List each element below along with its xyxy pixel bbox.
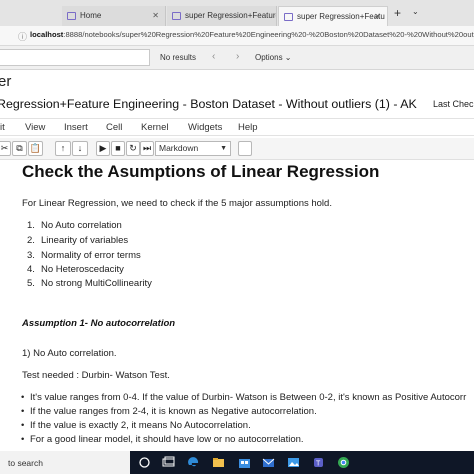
close-icon[interactable]: ✕ <box>152 6 159 26</box>
markdown-cell[interactable]: Check the Asumptions of Linear Regressio… <box>0 160 474 451</box>
edge-icon[interactable] <box>162 456 175 469</box>
find-previous-icon[interactable]: ‹ <box>212 51 215 62</box>
paste-icon[interactable]: 📋 <box>28 141 43 156</box>
cell-heading: Check the Asumptions of Linear Regressio… <box>22 162 380 181</box>
list-item: 1. No Auto correlation <box>27 220 122 231</box>
tab-regression-active[interactable]: super Regression+Featu ✕ <box>278 6 388 26</box>
teams-icon[interactable]: T <box>312 456 325 469</box>
list-item: 2. Linearity of variables <box>27 235 129 246</box>
move-up-icon[interactable]: ↑ <box>55 141 71 156</box>
browser-tab-strip: Home ✕ super Regression+Feature E super … <box>0 0 474 26</box>
photos-icon[interactable] <box>287 456 300 469</box>
notebook-title[interactable]: Regression+Feature Engineering - Boston … <box>0 97 417 111</box>
test-needed-line: Test needed : Durbin- Watson Test. <box>22 370 170 381</box>
cell-type-value: Markdown <box>159 143 199 153</box>
tab-title: Home <box>80 11 102 20</box>
taskbar-search-text: to search <box>8 458 43 468</box>
tab-title: super Regression+Featu <box>297 12 385 21</box>
auto-correlation-line: 1) No Auto correlation. <box>22 348 117 359</box>
svg-text:T: T <box>316 461 321 468</box>
checkpoint-status: Last Chec <box>433 99 474 109</box>
windows-taskbar: to search T <box>0 451 474 474</box>
list-item: 4. No Heteroscedacity <box>27 264 124 275</box>
run-icon[interactable]: ▶ <box>96 141 110 156</box>
folder-icon[interactable] <box>212 456 225 469</box>
notebook-toolbar: ✂ ⧉ 📋 ↑ ↓ ▶ ■ ↻ ⏭ Markdown ▼ <box>0 138 474 160</box>
tab-regression-1[interactable]: super Regression+Feature E <box>167 6 277 26</box>
move-down-icon[interactable]: ↓ <box>72 141 88 156</box>
menu-insert[interactable]: Insert <box>64 122 88 133</box>
jupyter-favicon-icon <box>284 13 293 21</box>
menu-widgets[interactable]: Widgets <box>188 122 222 133</box>
tab-list-chevron-icon[interactable]: ⌄ <box>412 7 419 16</box>
menu-view[interactable]: View <box>25 122 45 133</box>
explorer-icon[interactable] <box>187 456 200 469</box>
menu-help[interactable]: Help <box>238 122 258 133</box>
copy-icon[interactable]: ⧉ <box>12 141 27 156</box>
menu-edit[interactable]: it <box>0 122 5 133</box>
find-next-icon[interactable]: › <box>236 51 239 62</box>
store-icon[interactable] <box>238 456 251 469</box>
list-item: 5. No strong MultiCollinearity <box>27 278 152 289</box>
address-url[interactable]: localhost:8888/notebooks/super%20Regress… <box>30 30 474 39</box>
info-icon[interactable]: ⓘ <box>18 30 27 43</box>
cut-icon[interactable]: ✂ <box>0 141 11 156</box>
restart-run-all-icon[interactable]: ⏭ <box>140 141 154 156</box>
address-host: localhost <box>30 30 64 39</box>
list-item: 3. Normality of error terms <box>27 250 141 261</box>
intro-text: For Linear Regression, we need to check … <box>22 198 332 209</box>
tab-title: super Regression+Feature E <box>185 11 277 20</box>
bullet-item: It's value ranges from 0-4. If the value… <box>21 392 466 403</box>
interrupt-icon[interactable]: ■ <box>111 141 125 156</box>
new-tab-icon[interactable]: + <box>394 6 401 20</box>
chevron-down-icon: ▼ <box>220 145 227 152</box>
task-view-icon[interactable] <box>138 456 151 469</box>
find-status: No results <box>160 53 197 62</box>
menu-kernel[interactable]: Kernel <box>141 122 168 133</box>
jupyter-logo-text[interactable]: er <box>0 73 11 90</box>
screen: Home ✕ super Regression+Feature E super … <box>0 0 474 474</box>
jupyter-favicon-icon <box>67 12 76 20</box>
cell-type-select[interactable]: Markdown ▼ <box>155 141 231 156</box>
jupyter-favicon-icon <box>172 12 181 20</box>
address-path: :8888/notebooks/super%20Regression%20Fea… <box>63 30 474 39</box>
mail-icon[interactable] <box>262 456 275 469</box>
command-palette-icon[interactable] <box>238 141 252 156</box>
address-bar[interactable]: ⓘ localhost:8888/notebooks/super%20Regre… <box>0 26 474 46</box>
bullet-item: For a good linear model, it should have … <box>21 434 304 445</box>
bullet-item: If the value ranges from 2-4, it is know… <box>21 406 317 417</box>
bullet-item: If the value is exactly 2, it means No A… <box>21 420 251 431</box>
find-input[interactable] <box>0 49 150 66</box>
menu-cell[interactable]: Cell <box>106 122 122 133</box>
chrome-icon[interactable] <box>337 456 350 469</box>
notebook-menubar: it View Insert Cell Kernel Widgets Help <box>0 118 474 136</box>
tab-home[interactable]: Home ✕ <box>62 6 166 26</box>
find-options-button[interactable]: Options ⌄ <box>255 53 292 62</box>
close-icon[interactable]: ✕ <box>374 7 381 26</box>
find-bar: No results ‹ › Options ⌄ <box>0 46 474 70</box>
assumption-1-heading: Assumption 1- No autocorrelation <box>22 318 176 329</box>
taskbar-search-box[interactable]: to search <box>0 451 130 474</box>
restart-icon[interactable]: ↻ <box>126 141 140 156</box>
